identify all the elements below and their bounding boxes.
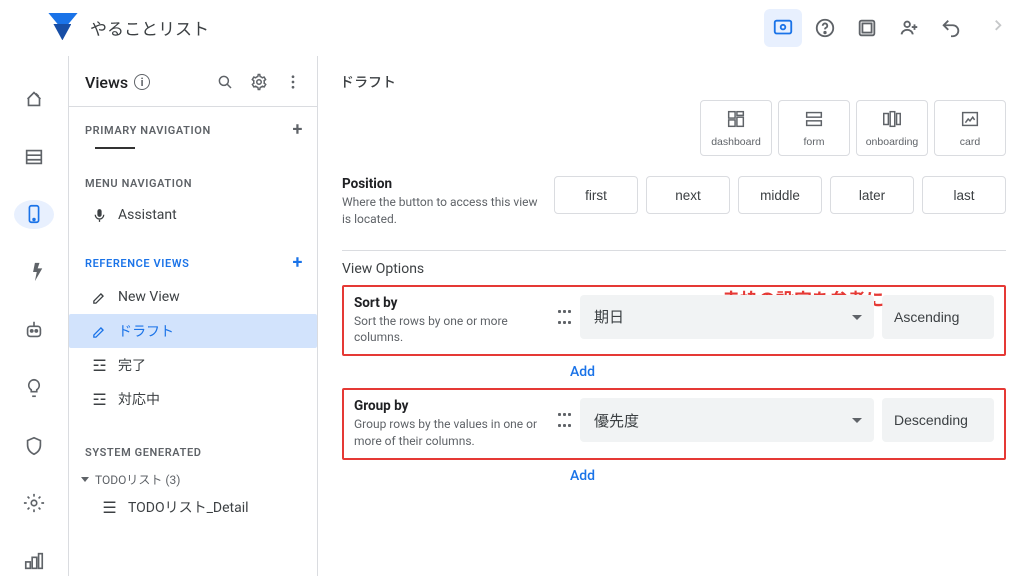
undo-button[interactable] xyxy=(932,9,970,47)
edit-icon xyxy=(91,323,108,340)
position-first[interactable]: first xyxy=(554,176,638,214)
grid-icon xyxy=(856,17,878,39)
rail-automation[interactable] xyxy=(14,315,54,345)
panel-settings-button[interactable] xyxy=(245,68,273,96)
ref-view-new[interactable]: New View xyxy=(69,280,317,314)
appsheet-logo xyxy=(48,13,78,43)
preview-icon xyxy=(772,17,794,39)
help-button[interactable] xyxy=(806,9,844,47)
info-icon[interactable]: i xyxy=(134,74,150,90)
grid-button[interactable] xyxy=(848,9,886,47)
view-options-header: View Options xyxy=(342,255,1006,283)
mic-icon xyxy=(91,207,108,224)
position-last[interactable]: last xyxy=(922,176,1006,214)
list-icon: ☲ xyxy=(91,391,108,408)
ref-view-done[interactable]: ☲完了 xyxy=(69,348,317,382)
position-later[interactable]: later xyxy=(830,176,914,214)
group-column-select[interactable]: 優先度 xyxy=(580,398,874,442)
group-add-button[interactable]: Add xyxy=(342,462,1006,490)
form-icon xyxy=(803,108,825,130)
drag-handle-icon[interactable] xyxy=(556,410,572,430)
app-title: やることリスト xyxy=(90,15,209,40)
sort-add-button[interactable]: Add xyxy=(342,358,1006,386)
add-primary-view[interactable]: + xyxy=(293,121,304,139)
app-header: やることリスト xyxy=(0,0,1024,56)
position-next[interactable]: next xyxy=(646,176,730,214)
views-panel: Views i PRIMARY NAVIGATION+ MENU NAVIGAT… xyxy=(68,56,318,576)
group-order-select[interactable]: Descending xyxy=(882,398,994,442)
list-icon: ☲ xyxy=(91,357,108,374)
share-button[interactable] xyxy=(890,9,928,47)
redo-icon xyxy=(982,17,1004,39)
panel-more-button[interactable] xyxy=(279,68,307,96)
more-vert-icon xyxy=(284,73,302,91)
menu-item-assistant[interactable]: Assistant xyxy=(69,198,317,232)
viewtype-form[interactable]: form xyxy=(778,100,850,156)
edit-icon xyxy=(91,289,108,306)
caret-down-icon xyxy=(81,477,89,482)
viewtype-card[interactable]: card xyxy=(934,100,1006,156)
view-type-options: dashboard form onboarding card xyxy=(554,100,1006,156)
nav-rail xyxy=(0,56,68,576)
ref-view-inprogress[interactable]: ☲対応中 xyxy=(69,382,317,416)
dashboard-icon xyxy=(725,108,747,130)
main-content: ドラフト dashboard form onboarding card Posi… xyxy=(318,56,1024,576)
search-icon xyxy=(216,73,234,91)
rail-home[interactable] xyxy=(14,84,54,114)
rail-actions[interactable] xyxy=(14,257,54,287)
group-by-box: Group by Group rows by the values in one… xyxy=(342,388,1006,460)
sort-by-box: Sort by Sort the rows by one or more col… xyxy=(342,285,1006,357)
system-group-todo[interactable]: TODOリスト (3) xyxy=(69,467,317,490)
sort-column-select[interactable]: 期日 xyxy=(580,295,874,339)
rail-security[interactable] xyxy=(14,431,54,461)
drag-handle-icon[interactable] xyxy=(556,307,572,327)
rail-intelligence[interactable] xyxy=(14,373,54,403)
detail-icon: ☰ xyxy=(101,499,118,516)
undo-icon xyxy=(940,17,962,39)
add-reference-view[interactable]: + xyxy=(293,254,304,272)
onboarding-icon xyxy=(881,108,903,130)
person-add-icon xyxy=(898,17,920,39)
position-middle[interactable]: middle xyxy=(738,176,822,214)
system-view-detail[interactable]: ☰TODOリスト_Detail xyxy=(69,490,317,524)
rail-settings[interactable] xyxy=(14,488,54,518)
section-menu-nav: MENU NAVIGATION xyxy=(69,169,317,198)
divider xyxy=(342,250,1006,251)
sort-order-select[interactable]: Ascending xyxy=(882,295,994,339)
viewtype-dashboard[interactable]: dashboard xyxy=(700,100,772,156)
viewtype-onboarding[interactable]: onboarding xyxy=(856,100,928,156)
section-system-generated: SYSTEM GENERATED xyxy=(69,438,317,467)
panel-search-button[interactable] xyxy=(211,68,239,96)
gear-icon xyxy=(250,73,268,91)
row-position: Position Where the button to access this… xyxy=(342,166,1006,238)
section-primary-nav: PRIMARY NAVIGATION+ xyxy=(69,113,317,147)
rail-manage[interactable] xyxy=(14,546,54,576)
redo-button[interactable] xyxy=(974,9,1012,47)
help-icon xyxy=(814,17,836,39)
panel-title: Views xyxy=(85,73,128,92)
rail-data[interactable] xyxy=(14,142,54,172)
card-icon xyxy=(959,108,981,130)
rail-views[interactable] xyxy=(14,200,54,230)
section-reference-views: REFERENCE VIEWS+ xyxy=(69,246,317,280)
scroll-fragment xyxy=(85,147,301,163)
breadcrumb: ドラフト xyxy=(318,56,1024,100)
preview-button[interactable] xyxy=(764,9,802,47)
ref-view-draft[interactable]: ドラフト xyxy=(69,314,317,348)
